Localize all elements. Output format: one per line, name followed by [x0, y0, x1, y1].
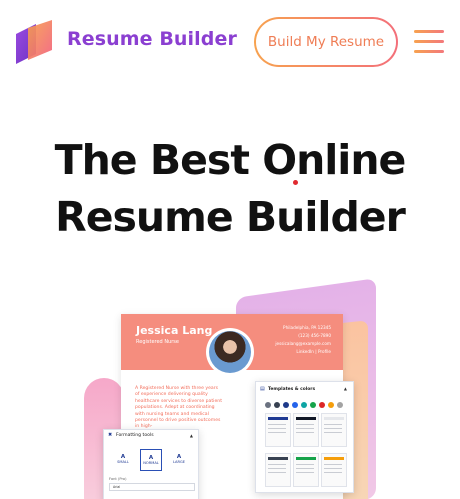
contact-line: LinkedIn | Profile	[296, 349, 331, 354]
contact-line: (123) 456-7890	[298, 333, 331, 338]
template-thumbnail[interactable]	[321, 413, 347, 447]
hero-line-2: Resume Builder	[55, 193, 406, 241]
color-swatches[interactable]	[265, 402, 349, 409]
templates-colors-title: Templates & colors	[268, 387, 316, 392]
tools-icon: ✖	[108, 432, 113, 438]
build-my-resume-label: Build My Resume	[256, 19, 396, 65]
formatting-tools-panel[interactable]: ✖ Formatting tools ▲ A SMALL A NORMAL A LAR…	[103, 429, 199, 499]
color-swatch[interactable]	[274, 402, 280, 408]
template-thumbnail[interactable]	[293, 453, 319, 487]
formatting-tools-title: Formatting tools	[116, 433, 154, 438]
template-thumbnail[interactable]	[265, 453, 291, 487]
site-header: Resume Builder Build My Resume	[0, 0, 460, 86]
accent-dot	[293, 180, 298, 185]
resume-contact: Philadelphia, PA 12345 (123) 456-7890 je…	[275, 324, 331, 356]
resume-summary: A Registered Nurse with three years of e…	[135, 386, 222, 430]
color-swatch[interactable]	[310, 402, 316, 408]
color-swatch[interactable]	[301, 402, 307, 408]
color-swatch[interactable]	[265, 402, 271, 408]
color-swatch[interactable]	[283, 402, 289, 408]
color-swatch[interactable]	[292, 402, 298, 408]
chevron-up-icon[interactable]: ▲	[190, 433, 193, 438]
resume-name: Jessica Lang	[136, 324, 213, 337]
hero-heading: The Best Online Resume Builder	[0, 132, 460, 246]
hero-line-1: The Best Online	[54, 136, 407, 184]
color-swatch[interactable]	[319, 402, 325, 408]
contact-line: jessicalang@example.com	[275, 341, 331, 346]
template-thumbnail[interactable]	[293, 413, 319, 447]
chevron-up-icon[interactable]: ▲	[344, 386, 347, 391]
template-thumbnail[interactable]	[265, 413, 291, 447]
templates-colors-panel[interactable]: ▤ Templates & colors ▲	[255, 381, 354, 493]
hamburger-menu-icon[interactable]	[414, 30, 444, 56]
font-field-label: Font (Pro)	[109, 477, 127, 481]
size-small-button[interactable]: A SMALL	[112, 449, 134, 471]
contact-line: Philadelphia, PA 12345	[283, 325, 331, 330]
size-normal-button[interactable]: A NORMAL	[140, 449, 162, 471]
color-swatch[interactable]	[337, 402, 343, 408]
avatar	[206, 328, 254, 376]
resume-role: Registered Nurse	[136, 339, 179, 345]
product-preview-illustration: Jessica Lang Registered Nurse Philadelph…	[84, 278, 376, 499]
resume-builder-logo-icon[interactable]	[14, 20, 54, 66]
brand-name[interactable]: Resume Builder	[67, 28, 237, 50]
size-large-button[interactable]: A LARGE	[168, 449, 190, 471]
font-select[interactable]: Arial	[109, 483, 195, 491]
build-my-resume-button[interactable]: Build My Resume	[254, 17, 398, 67]
template-thumbnail[interactable]	[321, 453, 347, 487]
document-icon: ▤	[260, 386, 265, 392]
color-swatch[interactable]	[328, 402, 334, 408]
